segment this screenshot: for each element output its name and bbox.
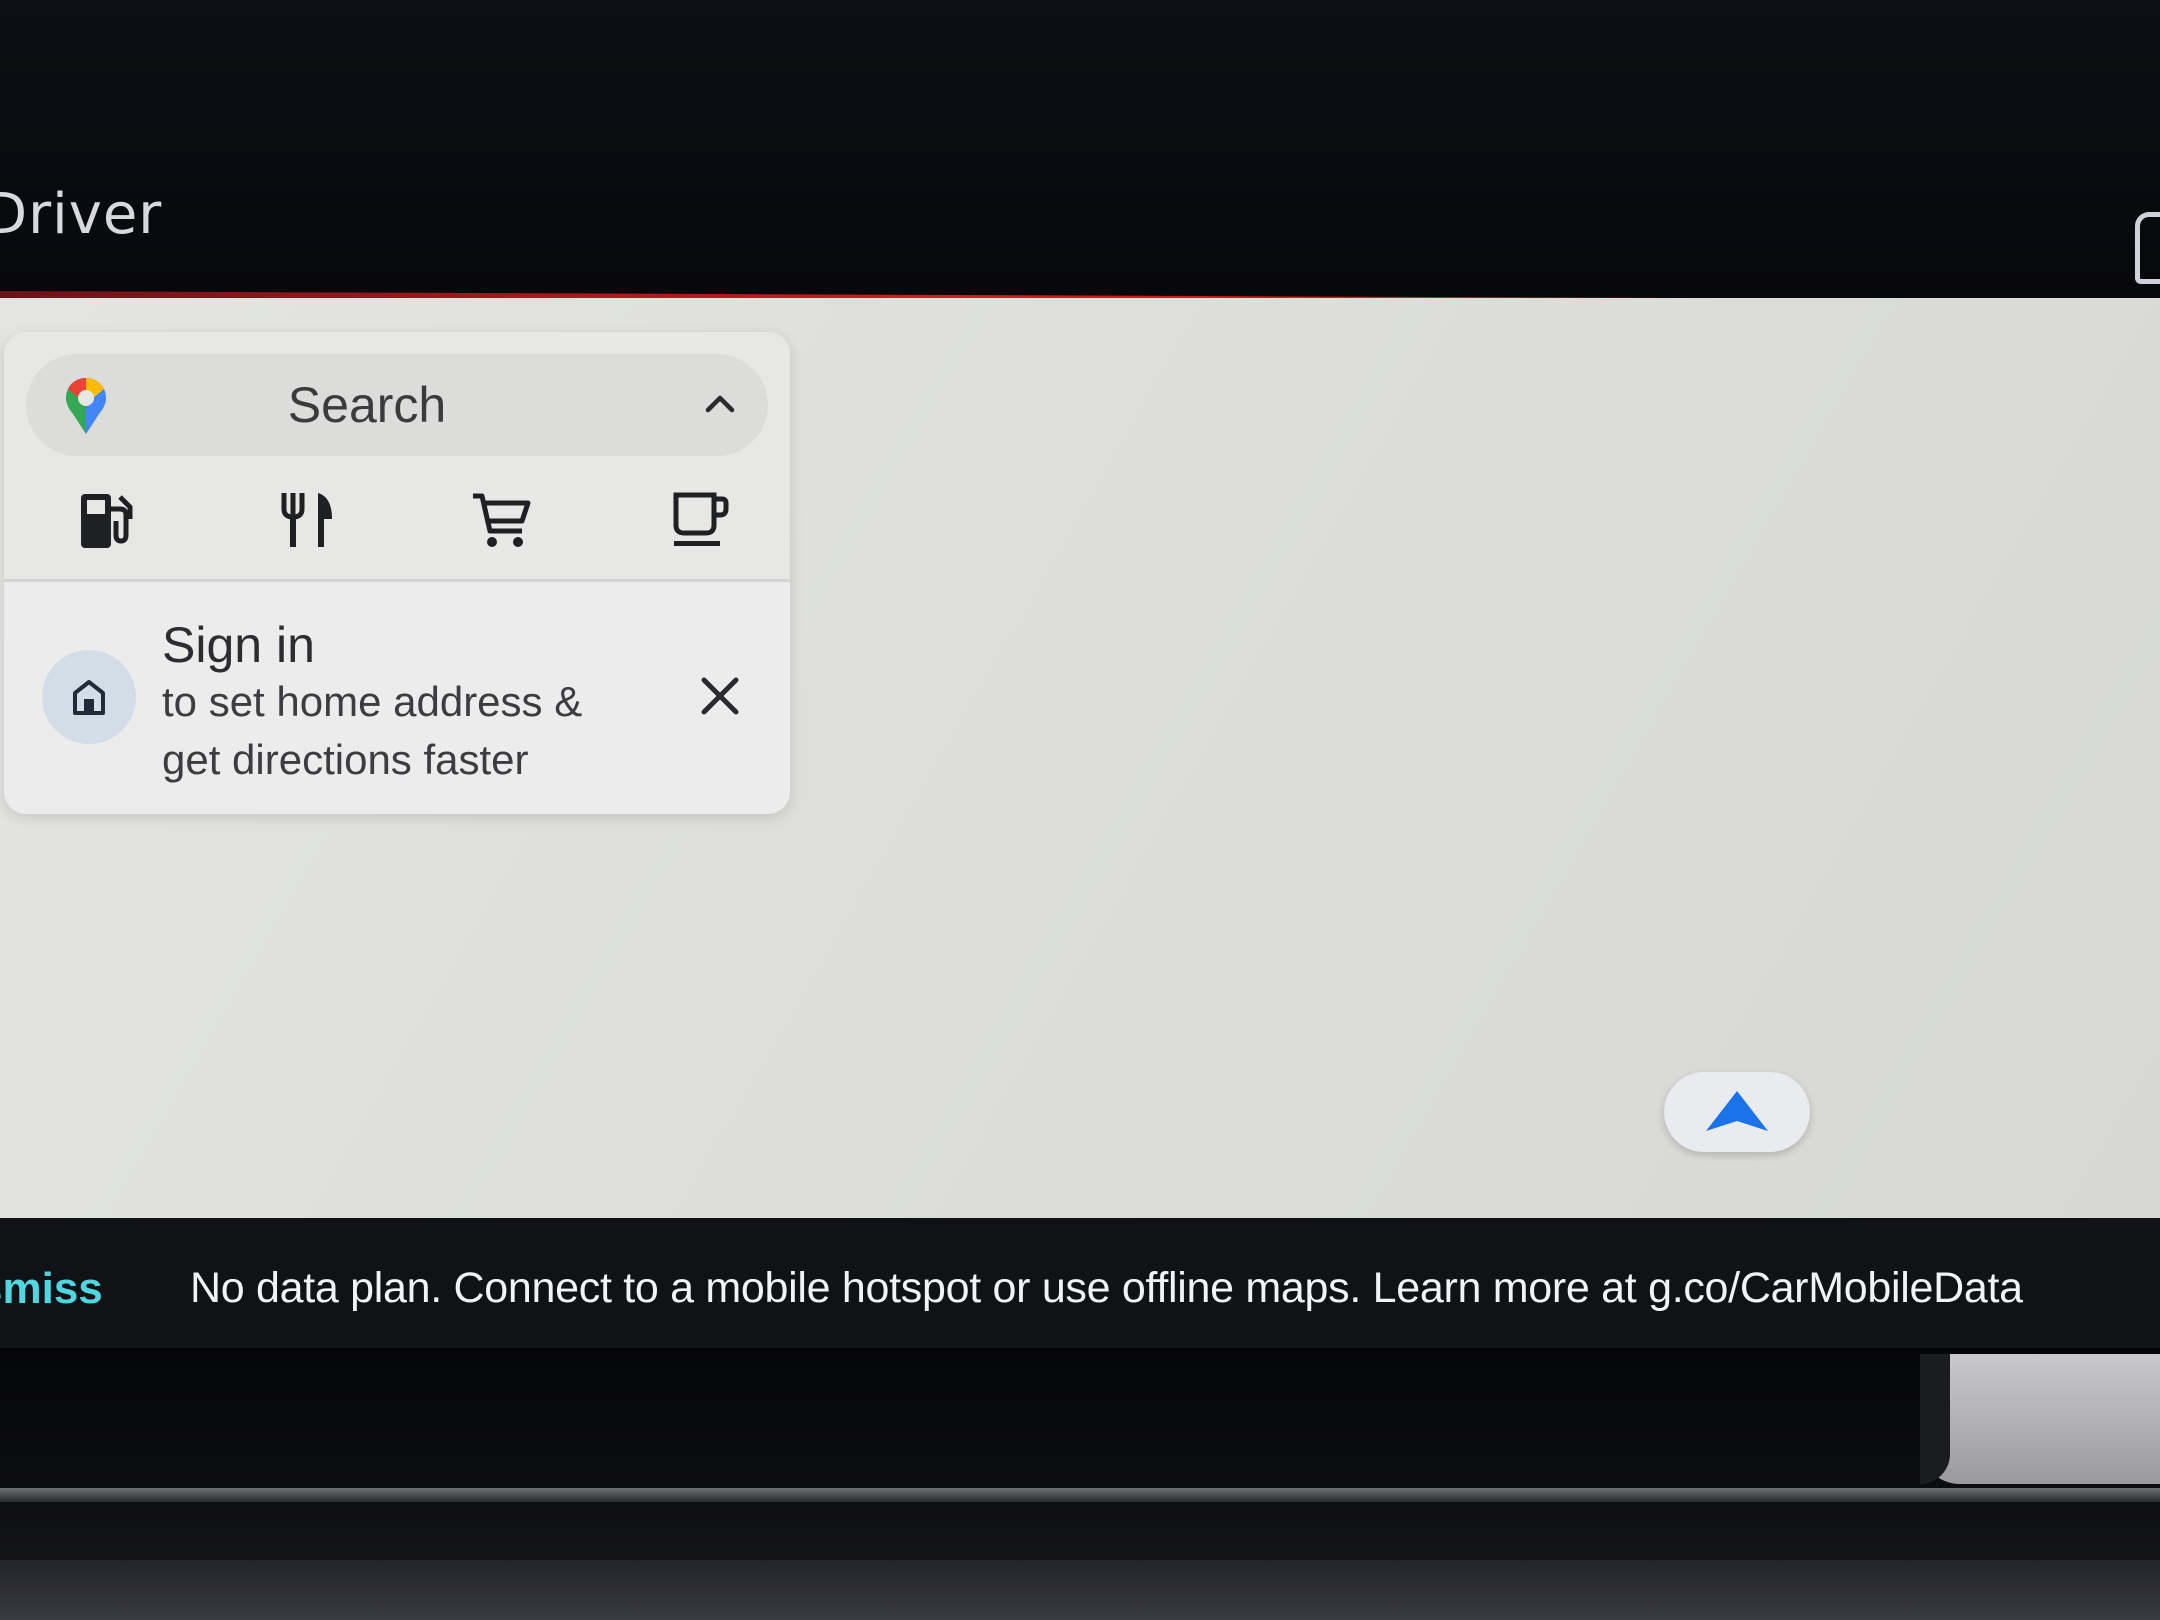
dashboard-trim-strip (0, 1488, 2160, 1502)
search-label: Search (287, 377, 447, 433)
close-icon (701, 677, 739, 715)
driver-profile-label[interactable]: Driver (0, 182, 162, 247)
signin-description-line1: to set home address & (162, 678, 583, 725)
banner-message: No data plan. Connect to a mobile hotspo… (190, 1264, 2023, 1312)
gas-station-icon (81, 494, 133, 548)
home-icon-badge (42, 650, 136, 744)
top-status-bar: Driver (0, 0, 2160, 300)
status-icon (2135, 212, 2160, 284)
dashboard-trim-silver (1920, 1354, 2160, 1484)
recenter-button[interactable] (1664, 1072, 1810, 1152)
category-coffee-button[interactable] (650, 472, 750, 568)
signin-description-line2: get directions faster (162, 736, 529, 783)
close-signin-button[interactable] (688, 664, 752, 728)
search-bar[interactable]: Search (26, 354, 768, 456)
car-display: Driver Search Sign in to set home addres… (0, 0, 2160, 1620)
category-restaurant-button[interactable] (258, 472, 358, 568)
search-card: Search Sign in to set home address & get… (4, 332, 790, 814)
restaurant-icon (281, 493, 332, 547)
category-grocery-button[interactable] (452, 472, 552, 568)
search-card-header: Search (4, 332, 790, 580)
card-divider (4, 579, 790, 582)
navigation-arrow-icon (1706, 1091, 1768, 1131)
dashboard-lower-panel (0, 1560, 2160, 1620)
coffee-icon (673, 492, 729, 546)
dismiss-button[interactable]: smiss (0, 1264, 103, 1314)
chevron-up-icon[interactable] (700, 386, 740, 422)
shopping-cart-icon (473, 493, 531, 547)
category-gas-button[interactable] (56, 472, 156, 568)
no-data-banner: smiss No data plan. Connect to a mobile … (0, 1218, 2160, 1348)
category-shortcuts (4, 472, 790, 568)
bezel-corner (1920, 1354, 1950, 1484)
signin-title[interactable]: Sign in (162, 616, 315, 674)
home-icon (73, 680, 105, 715)
